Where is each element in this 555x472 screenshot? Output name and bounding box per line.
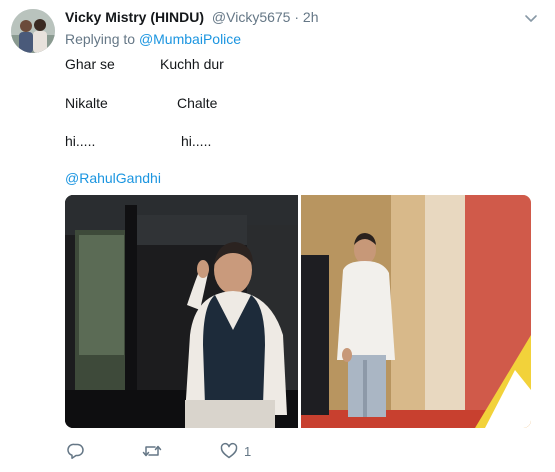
mention-link[interactable]: @RahulGandhi (65, 170, 161, 186)
chevron-down-icon[interactable] (523, 10, 539, 26)
retweet-button[interactable] (142, 440, 162, 462)
avatar-photo (11, 9, 55, 53)
timestamp[interactable]: 2h (303, 9, 319, 25)
tweet-text-line2-right: Chalte (177, 95, 218, 111)
author-name[interactable]: Vicky Mistry (HINDU) (65, 9, 204, 25)
retweet-icon (142, 442, 162, 460)
replying-prefix: Replying to (65, 31, 136, 47)
tweet-text-line3-left: hi..... (65, 133, 96, 149)
tweet-text-line1-right: Kuchh dur (160, 56, 224, 72)
tweet-text-line2-left: Nikalte (65, 95, 108, 111)
photo-left (65, 195, 298, 428)
like-button[interactable]: 1 (220, 440, 251, 462)
author-handle[interactable]: @Vicky5675 (212, 9, 291, 25)
reply-mention-link[interactable]: @MumbaiPolice (139, 31, 241, 47)
heart-icon (220, 442, 238, 460)
media-photos (65, 195, 531, 428)
tweet-header: Vicky Mistry (HINDU) @Vicky5675 · 2h (65, 9, 319, 25)
photo-right (301, 195, 531, 428)
tweet-text-line3-right: hi..... (181, 133, 212, 149)
reply-icon (67, 442, 85, 460)
tweet-media[interactable] (65, 195, 531, 428)
like-count: 1 (244, 443, 252, 459)
reply-button[interactable] (67, 440, 85, 462)
tweet[interactable]: Vicky Mistry (HINDU) @Vicky5675 · 2h Rep… (0, 0, 555, 472)
tweet-actions: 1 (65, 440, 465, 464)
tweet-text-line1-left: Ghar se (65, 56, 115, 72)
separator: · (294, 9, 300, 25)
avatar[interactable] (11, 9, 55, 53)
replying-to: Replying to @MumbaiPolice (65, 31, 241, 47)
